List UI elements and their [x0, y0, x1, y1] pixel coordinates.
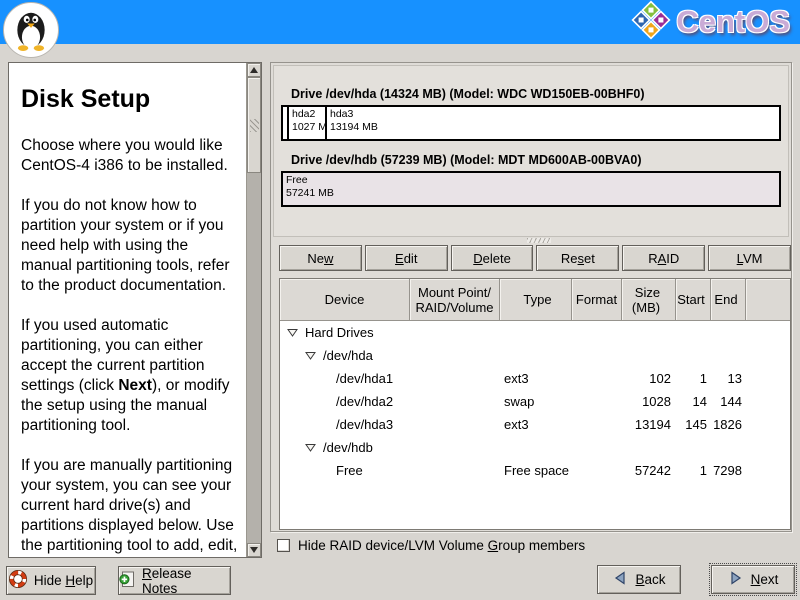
hide-raid-label[interactable]: Hide RAID device/LVM Volume Group member… — [298, 538, 585, 553]
help-scrollbar[interactable] — [246, 63, 261, 557]
col-mount[interactable]: Mount Point/ RAID/Volume — [410, 279, 500, 321]
help-buoy-icon — [9, 570, 27, 591]
tux-penguin-logo — [3, 2, 59, 58]
next-arrow-icon — [728, 570, 744, 589]
table-row[interactable]: /dev/hda3 ext3131941451826 — [280, 413, 790, 436]
expander-icon[interactable] — [305, 443, 316, 452]
partition-hda2-segment[interactable]: hda2 1027 MB — [287, 107, 325, 139]
col-end[interactable]: End — [711, 279, 746, 321]
col-device[interactable]: Device — [280, 279, 410, 321]
table-row[interactable]: /dev/hda1 ext3102113 — [280, 367, 790, 390]
brand-name: CentOS — [676, 4, 790, 40]
col-spacer — [746, 279, 790, 321]
next-button[interactable]: Next — [711, 565, 795, 594]
scroll-up-icon[interactable] — [247, 63, 261, 77]
hide-raid-option: Hide RAID device/LVM Volume Group member… — [277, 538, 585, 553]
col-size[interactable]: Size (MB) — [622, 279, 676, 321]
col-start[interactable]: Start — [676, 279, 711, 321]
free-space-segment[interactable]: Free 57241 MB — [283, 173, 779, 205]
partition-toolbar: New Edit Delete Reset RAID LVM — [279, 245, 791, 272]
lvm-button[interactable]: LVM — [708, 245, 791, 271]
partition-hda3-segment[interactable]: hda3 13194 MB — [325, 107, 779, 139]
help-paragraph: If you are manually partitioning your sy… — [21, 456, 241, 556]
expander-icon[interactable] — [305, 351, 316, 360]
release-notes-button[interactable]: Release Notes — [118, 566, 231, 595]
back-arrow-icon — [612, 570, 628, 589]
drive-hdb-bar[interactable]: Free 57241 MB — [281, 171, 781, 207]
help-paragraph: If you used automatic partitioning, you … — [21, 316, 241, 436]
drive-hda-bar[interactable]: hda2 1027 MB hda3 13194 MB — [281, 105, 781, 141]
release-notes-icon — [119, 571, 135, 591]
centos-logo-icon — [630, 0, 672, 46]
col-type[interactable]: Type — [500, 279, 572, 321]
scroll-down-icon[interactable] — [247, 543, 261, 557]
table-row[interactable]: /dev/hdb — [280, 436, 790, 459]
raid-button[interactable]: RAID — [622, 245, 705, 271]
hide-help-button[interactable]: Hide Help — [6, 566, 96, 595]
partition-panel: Drive /dev/hda (14324 MB) (Model: WDC WD… — [270, 62, 792, 532]
reset-button[interactable]: Reset — [536, 245, 619, 271]
help-paragraph: Choose where you would like CentOS-4 i38… — [21, 136, 241, 176]
centos-brand: CentOS — [630, 1, 790, 43]
table-header-row: Device Mount Point/ RAID/Volume Type For… — [280, 279, 790, 321]
table-row[interactable]: /dev/hda2 swap102814144 — [280, 390, 790, 413]
table-row[interactable]: Hard Drives — [280, 321, 790, 344]
partition-table: Device Mount Point/ RAID/Volume Type For… — [279, 278, 791, 530]
delete-button[interactable]: Delete — [451, 245, 534, 271]
edit-button[interactable]: Edit — [365, 245, 448, 271]
page-title: Disk Setup — [21, 85, 241, 114]
pane-resize-grip[interactable] — [527, 238, 551, 243]
table-row[interactable]: /dev/hda — [280, 344, 790, 367]
scrollbar-thumb[interactable] — [247, 77, 261, 173]
hide-raid-checkbox[interactable] — [277, 539, 290, 552]
help-paragraph: If you do not know how to partition your… — [21, 196, 241, 296]
drive-hda-label: Drive /dev/hda (14324 MB) (Model: WDC WD… — [291, 87, 645, 101]
expander-icon[interactable] — [287, 328, 298, 337]
table-body: Hard Drives /dev/hda /dev/hda1 ext310211… — [280, 321, 790, 529]
col-format[interactable]: Format — [572, 279, 622, 321]
top-banner: CentOS — [0, 0, 800, 44]
back-button[interactable]: Back — [597, 565, 681, 594]
help-panel: Disk Setup Choose where you would like C… — [8, 62, 262, 558]
table-row[interactable]: Free Free space5724217298 — [280, 459, 790, 482]
help-text: Disk Setup Choose where you would like C… — [9, 63, 245, 557]
drive-hdb-label: Drive /dev/hdb (57239 MB) (Model: MDT MD… — [291, 153, 642, 167]
new-button[interactable]: New — [279, 245, 362, 271]
